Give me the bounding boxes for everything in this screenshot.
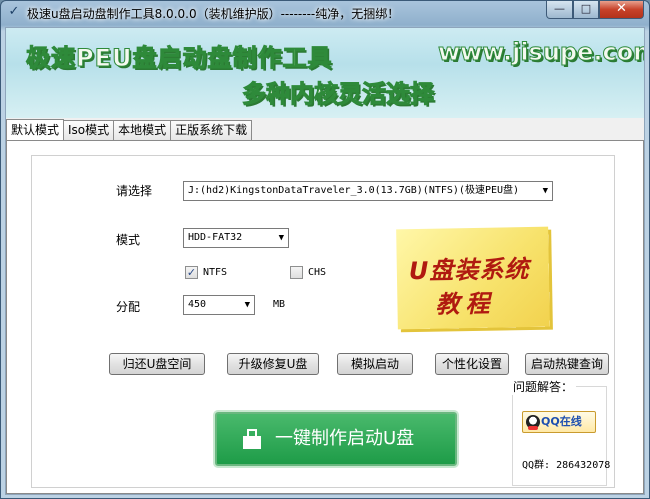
window-title: 极速u盘启动盘制作工具8.0.0.0（装机维护版）--------纯净，无捆绑！ <box>27 7 400 21</box>
tutorial-line-2: 教程 <box>435 289 496 319</box>
simulate-boot-button[interactable]: 模拟启动 <box>337 353 413 375</box>
alloc-size-value: 450 <box>188 299 207 310</box>
alloc-size-select[interactable]: 450 ▼ <box>183 295 255 315</box>
usb-icon <box>243 429 261 449</box>
boot-hotkey-query-button[interactable]: 启动热键查询 <box>525 353 609 375</box>
ntfs-label: NTFS <box>203 267 228 278</box>
make-boot-usb-label: 一键制作启动U盘 <box>275 428 415 449</box>
chevron-down-icon: ▼ <box>278 233 284 243</box>
tab-system-download[interactable]: 正版系统下载 <box>170 120 253 140</box>
banner-title: 极速PEU盘启动盘制作工具 <box>25 44 333 73</box>
chevron-down-icon: ▼ <box>244 300 250 310</box>
ntfs-checkbox[interactable]: ✓ <box>185 266 198 279</box>
mode-label: 模式 <box>116 233 141 247</box>
personalize-button[interactable]: 个性化设置 <box>435 353 509 375</box>
chevron-down-icon: ▼ <box>542 186 548 196</box>
mode-select[interactable]: HDD-FAT32 ▼ <box>183 228 289 248</box>
tutorial-line-1: U盘装系统 <box>408 255 530 286</box>
device-select-label: 请选择 <box>116 184 153 198</box>
chs-checkbox[interactable] <box>290 266 303 279</box>
help-title: 问题解答： <box>510 378 577 395</box>
tab-default-mode[interactable]: 默认模式 <box>6 119 65 140</box>
qq-online-label: QQ在线 <box>541 415 582 428</box>
client-area: 极速PEU盘启动盘制作工具 www.jisupe.com 多种内核灵活选择 默认… <box>5 27 645 495</box>
qq-group-number: QQ群: 286432078 <box>522 460 611 471</box>
upgrade-repair-usb-button[interactable]: 升级修复U盘 <box>227 353 319 375</box>
banner-website: www.jisupe.com <box>437 38 644 67</box>
mode-select-value: HDD-FAT32 <box>188 232 243 243</box>
tab-panel: 请选择 J:(hd2)KingstonDataTraveler_3.0(13.7… <box>6 140 644 494</box>
maximize-button[interactable]: □ <box>573 1 599 19</box>
usb-tutorial-link[interactable]: U盘装系统 教程 <box>396 226 550 330</box>
chs-label: CHS <box>308 267 327 278</box>
banner: 极速PEU盘启动盘制作工具 www.jisupe.com 多种内核灵活选择 <box>6 28 644 118</box>
tab-local-mode[interactable]: 本地模式 <box>113 120 172 140</box>
mode-tabs: 默认模式 Iso模式 本地模式 正版系统下载 <box>6 119 253 140</box>
alloc-label: 分配 <box>116 300 141 314</box>
device-select-value: J:(hd2)KingstonDataTraveler_3.0(13.7GB)(… <box>188 185 520 196</box>
help-group <box>512 386 607 486</box>
qq-online-button[interactable]: QQ在线 <box>522 411 596 433</box>
minimize-button[interactable]: — <box>546 1 573 19</box>
device-select[interactable]: J:(hd2)KingstonDataTraveler_3.0(13.7GB)(… <box>183 181 553 201</box>
settings-group: 请选择 J:(hd2)KingstonDataTraveler_3.0(13.7… <box>31 155 615 488</box>
qq-icon <box>526 415 540 430</box>
title-bar[interactable]: ✓ 极速u盘启动盘制作工具8.0.0.0（装机维护版）--------纯净，无捆… <box>1 1 649 25</box>
check-icon: ✓ <box>8 4 20 19</box>
close-button[interactable]: ✕ <box>599 1 644 19</box>
restore-usb-space-button[interactable]: 归还U盘空间 <box>109 353 205 375</box>
app-window: ✓ 极速u盘启动盘制作工具8.0.0.0（装机维护版）--------纯净，无捆… <box>0 0 650 499</box>
make-boot-usb-button[interactable]: 一键制作启动U盘 <box>215 412 457 466</box>
banner-subtitle: 多种内核灵活选择 <box>242 80 435 109</box>
alloc-unit: MB <box>273 299 286 310</box>
tab-iso-mode[interactable]: Iso模式 <box>63 120 115 140</box>
